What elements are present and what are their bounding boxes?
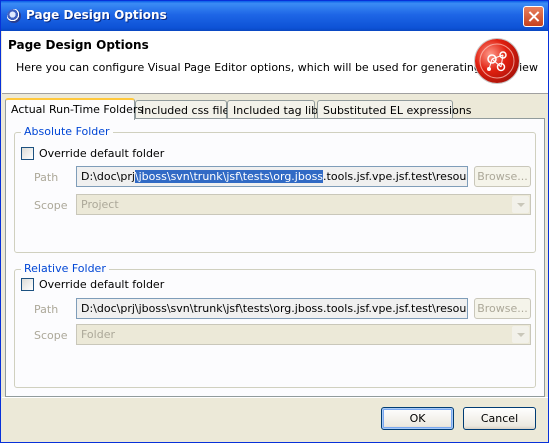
relative-scope-label: Scope xyxy=(34,329,68,342)
footer-separator xyxy=(2,397,548,398)
window-title: Page Design Options xyxy=(26,8,167,22)
relative-browse-button[interactable]: Browse... xyxy=(474,298,531,319)
relative-folder-group: Relative Folder Override default folder … xyxy=(14,262,536,388)
absolute-override-row[interactable]: Override default folder xyxy=(21,146,164,160)
cancel-button[interactable]: Cancel xyxy=(463,407,536,430)
tab-panel: Absolute Folder Override default folder … xyxy=(5,118,545,397)
absolute-scope-select[interactable]: Project xyxy=(76,194,531,215)
dialog-header: Page Design Options Here you can configu… xyxy=(2,31,548,94)
jboss-tools-logo-icon xyxy=(475,39,519,83)
chevron-down-icon[interactable] xyxy=(512,196,529,213)
ok-button[interactable]: OK xyxy=(381,407,454,430)
header-description: Here you can configure Visual Page Edito… xyxy=(16,61,538,74)
absolute-path-prefix: D:\doc\prj xyxy=(81,170,135,183)
relative-override-row[interactable]: Override default folder xyxy=(21,277,164,291)
relative-path-label: Path xyxy=(34,303,59,316)
absolute-override-checkbox[interactable] xyxy=(21,146,34,160)
absolute-override-label: Override default folder xyxy=(39,146,165,160)
title-bar[interactable]: Page Design Options xyxy=(1,1,548,31)
absolute-folder-group: Absolute Folder Override default folder … xyxy=(14,125,536,253)
relative-scope-value: Folder xyxy=(81,328,115,341)
absolute-scope-label: Scope xyxy=(34,199,68,212)
tab-substituted-el-expressions[interactable]: Substituted EL expressions xyxy=(317,100,472,119)
relative-scope-select[interactable]: Folder xyxy=(76,324,531,345)
tab-included-css-files[interactable]: Included css files xyxy=(135,100,235,119)
absolute-folder-legend: Absolute Folder xyxy=(21,125,113,138)
chevron-down-icon[interactable] xyxy=(512,326,529,343)
absolute-scope-value: Project xyxy=(81,198,119,211)
tab-included-tag-libs[interactable]: Included tag libs xyxy=(227,100,324,119)
close-button[interactable] xyxy=(523,6,544,27)
absolute-browse-button[interactable]: Browse... xyxy=(474,166,531,187)
relative-path-input[interactable]: D:\doc\prj\jboss\svn\trunk\jsf\tests\org… xyxy=(76,298,468,319)
eclipse-icon xyxy=(7,9,21,23)
absolute-path-selection: \jboss\svn\trunk\jsf\tests\org.jboss xyxy=(134,170,324,183)
dialog-window: Page Design Options Page Design Options … xyxy=(0,0,549,443)
absolute-path-input[interactable]: D:\doc\prj\jboss\svn\trunk\jsf\tests\org… xyxy=(76,166,468,187)
relative-folder-legend: Relative Folder xyxy=(21,262,109,275)
absolute-path-label: Path xyxy=(34,171,59,184)
header-title: Page Design Options xyxy=(8,38,149,52)
absolute-path-suffix: .tools.jsf.vpe.jsf.test\resources\j xyxy=(323,170,467,183)
relative-override-label: Override default folder xyxy=(39,277,165,291)
relative-override-checkbox[interactable] xyxy=(21,277,34,291)
tab-actual-run-time-folders[interactable]: Actual Run-Time Folders xyxy=(5,98,143,120)
